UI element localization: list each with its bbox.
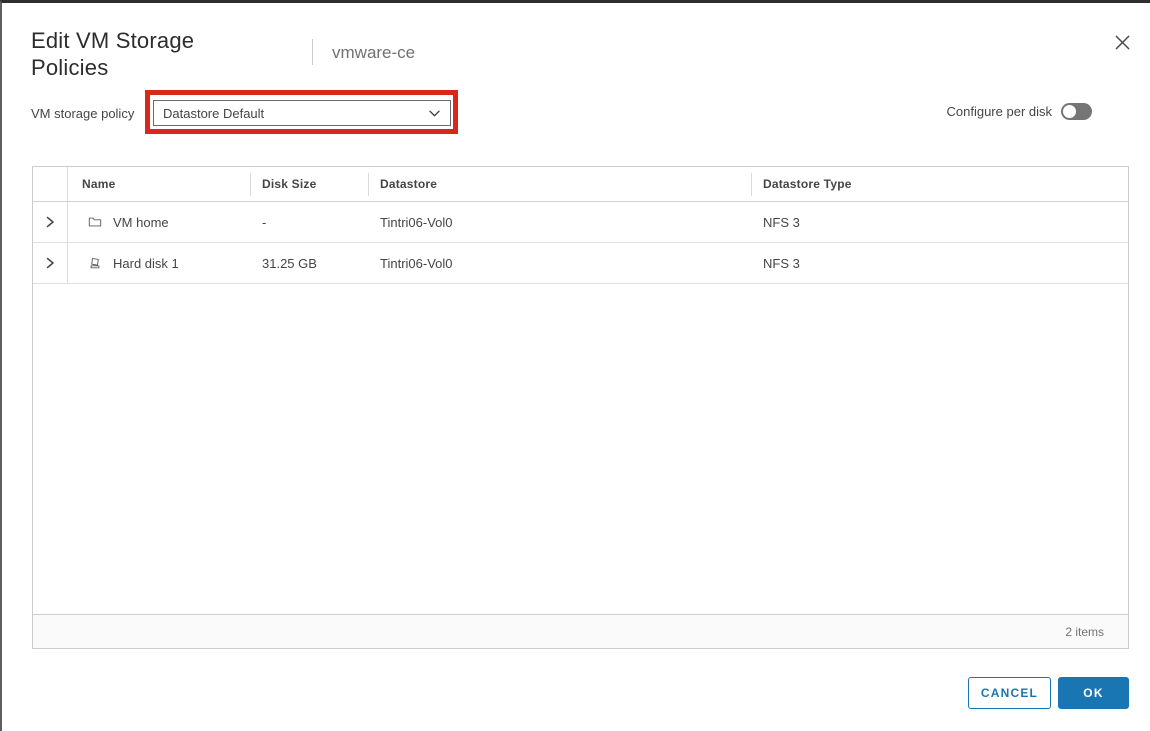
- vm-storage-policy-select[interactable]: Datastore Default: [153, 100, 451, 126]
- row-disk-size: 31.25 GB: [250, 243, 368, 283]
- edit-vm-storage-policies-dialog: Edit VM Storage Policies vmware-ce VM st…: [0, 0, 1150, 731]
- items-count: 2 items: [1065, 625, 1104, 639]
- toggle-knob: [1063, 105, 1076, 118]
- table-empty-area: [33, 284, 1128, 614]
- column-header-datastore: Datastore: [368, 167, 751, 201]
- hard-disk-icon: [88, 256, 102, 270]
- vm-name-subtitle: vmware-ce: [332, 43, 415, 63]
- expand-row-button[interactable]: [33, 202, 67, 242]
- row-disk-size: -: [250, 202, 368, 242]
- dialog-actions: CANCEL OK: [968, 677, 1129, 709]
- close-button[interactable]: [1110, 30, 1134, 54]
- row-datastore-type: NFS 3: [751, 243, 1128, 283]
- table-footer: 2 items: [33, 614, 1128, 648]
- configure-per-disk-toggle[interactable]: [1061, 103, 1092, 120]
- ok-button[interactable]: OK: [1058, 677, 1129, 709]
- cancel-button[interactable]: CANCEL: [968, 677, 1051, 709]
- row-datastore: Tintri06-Vol0: [368, 243, 751, 283]
- table-row-vm-home: VM home - Tintri06-Vol0 NFS 3: [33, 202, 1128, 243]
- title-divider: [312, 39, 313, 65]
- chevron-down-icon: [428, 109, 441, 118]
- row-datastore: Tintri06-Vol0: [368, 202, 751, 242]
- configure-per-disk-control: Configure per disk: [947, 103, 1093, 120]
- expand-row-button[interactable]: [33, 243, 67, 283]
- expand-column-header: [33, 167, 68, 201]
- configure-per-disk-label: Configure per disk: [947, 104, 1053, 119]
- table-header-row: Name Disk Size Datastore Datastore Type: [33, 167, 1128, 202]
- column-header-name: Name: [68, 167, 250, 201]
- close-icon: [1114, 34, 1131, 51]
- folder-icon: [88, 215, 102, 229]
- column-header-datastore-type: Datastore Type: [751, 167, 1128, 201]
- row-name: Hard disk 1: [113, 256, 179, 271]
- row-name: VM home: [113, 215, 169, 230]
- table-row-hard-disk-1: Hard disk 1 31.25 GB Tintri06-Vol0 NFS 3: [33, 243, 1128, 284]
- row-datastore-type: NFS 3: [751, 202, 1128, 242]
- vm-storage-policy-selected-value: Datastore Default: [163, 106, 264, 121]
- dialog-title: Edit VM Storage Policies: [31, 27, 236, 81]
- chevron-right-icon: [44, 215, 56, 229]
- column-header-disk-size: Disk Size: [250, 167, 368, 201]
- chevron-right-icon: [44, 256, 56, 270]
- vm-storage-policy-label: VM storage policy: [31, 106, 134, 121]
- storage-policies-table: Name Disk Size Datastore Datastore Type: [32, 166, 1129, 649]
